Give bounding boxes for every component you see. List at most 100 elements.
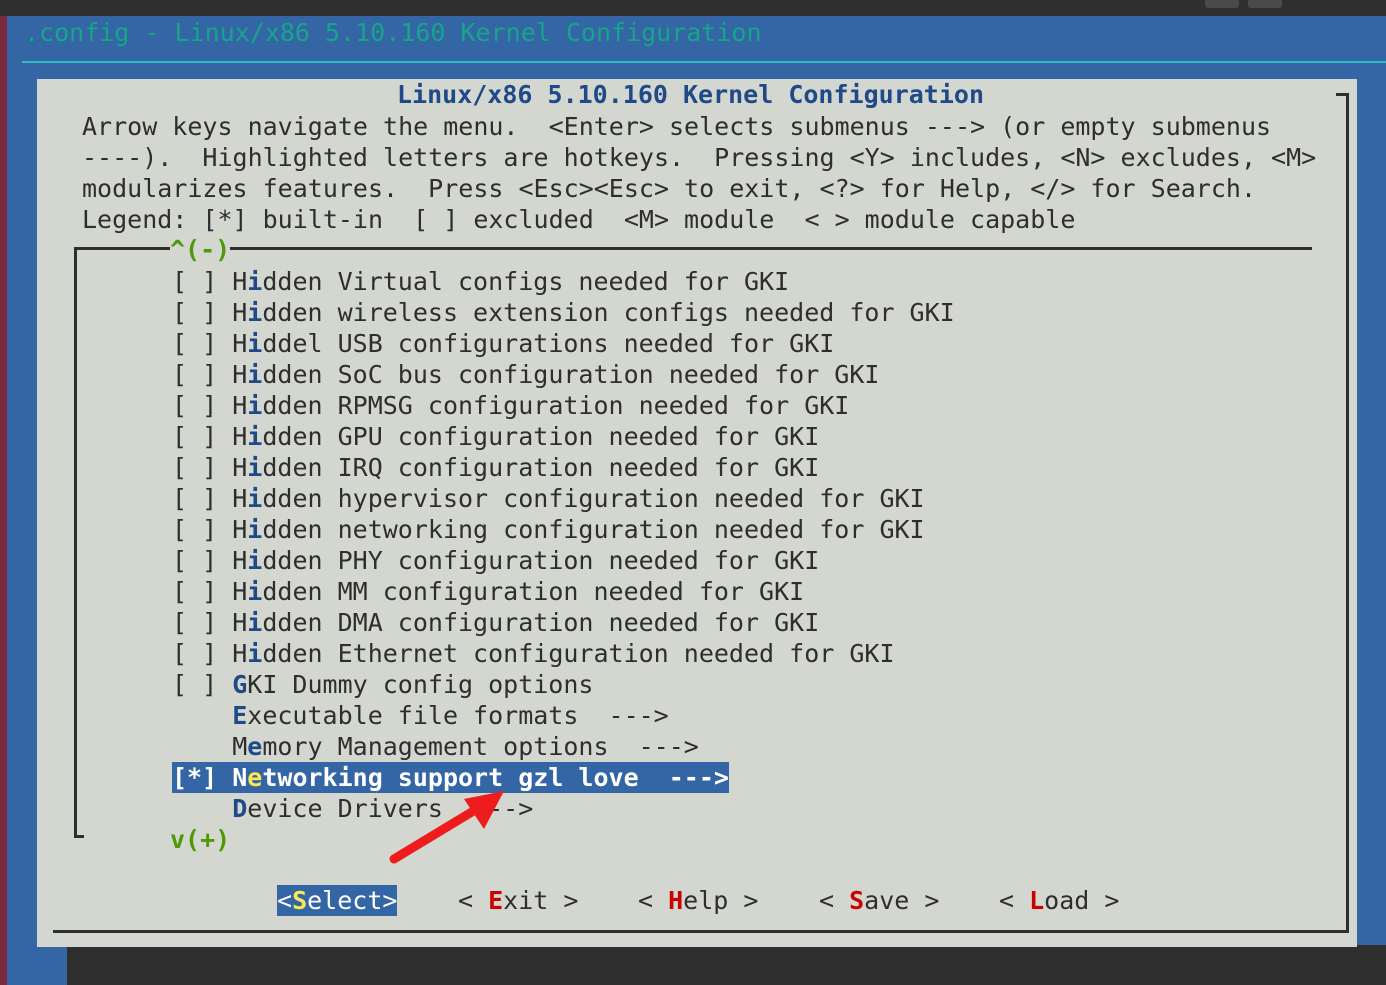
- menu-item-label: dden DMA configuration needed for GKI: [262, 608, 820, 637]
- menu-item-label: H: [232, 515, 248, 544]
- menu-item-state[interactable]: [*]: [172, 763, 232, 792]
- menu-item-label: ddel USB configurations needed for GKI: [262, 329, 835, 358]
- menu-item-label: mory Management options --->: [262, 732, 699, 761]
- menu-item-label: dden RPMSG configuration needed for GKI: [262, 391, 850, 420]
- menu-item-label: H: [232, 639, 248, 668]
- menu-item-state[interactable]: [ ]: [172, 422, 232, 451]
- button-bracket: <: [819, 886, 850, 915]
- menu-item[interactable]: [ ] Hidden wireless extension configs ne…: [172, 297, 955, 328]
- dialog-border: [1346, 868, 1349, 933]
- exit-button[interactable]: < Exit >: [458, 885, 578, 916]
- menu-item[interactable]: Executable file formats --->: [172, 700, 669, 731]
- button-hotkey: S: [292, 886, 308, 915]
- menu-item-state[interactable]: [ ]: [172, 453, 232, 482]
- window-title: .config - Linux/x86 5.10.160 Kernel Conf…: [24, 18, 762, 47]
- menu-item-hotkey: E: [232, 701, 248, 730]
- legend-line: Legend: [*] built-in [ ] excluded <M> mo…: [82, 205, 1076, 234]
- scroll-up-indicator[interactable]: ^(-): [170, 234, 231, 265]
- menu-item-label: dden MM configuration needed for GKI: [262, 577, 805, 606]
- menu-item-state[interactable]: [ ]: [172, 329, 232, 358]
- menu-item-hotkey: i: [247, 267, 263, 296]
- menu-item-label: H: [232, 546, 248, 575]
- save-button[interactable]: < Save >: [819, 885, 939, 916]
- scroll-down-indicator[interactable]: v(+): [170, 824, 231, 855]
- button-bracket: >: [1089, 886, 1120, 915]
- button-bracket: >: [728, 886, 759, 915]
- menu-item-label: H: [232, 391, 248, 420]
- menu-item-hotkey: G: [232, 670, 248, 699]
- menu-item-state[interactable]: [ ]: [172, 515, 232, 544]
- dialog-border: [1346, 93, 1349, 870]
- menu-item-state[interactable]: [ ]: [172, 608, 232, 637]
- menu-item[interactable]: [ ] GKI Dummy config options: [172, 669, 593, 700]
- menu-item-state[interactable]: [ ]: [172, 360, 232, 389]
- button-bracket: <: [458, 886, 489, 915]
- menu-item-hotkey: i: [247, 329, 263, 358]
- button-hotkey: H: [668, 886, 684, 915]
- menu-item-state[interactable]: [172, 732, 232, 761]
- button-bracket: <: [638, 886, 669, 915]
- window-control-button[interactable]: [1205, 0, 1239, 8]
- menu-item[interactable]: [ ] Hidden Virtual configs needed for GK…: [172, 266, 789, 297]
- menu-item-hotkey: e: [247, 732, 263, 761]
- menu-item-state[interactable]: [ ]: [172, 670, 232, 699]
- menu-item-label: dden Virtual configs needed for GKI: [262, 267, 790, 296]
- menu-item-hotkey: i: [247, 453, 263, 482]
- select-button[interactable]: <Select>: [277, 885, 398, 916]
- menu-item-label: H: [232, 360, 248, 389]
- menu-item[interactable]: [ ] Hidden RPMSG configuration needed fo…: [172, 390, 849, 421]
- menu-item[interactable]: [ ] Hidden hypervisor configuration need…: [172, 483, 925, 514]
- menu-item-label: H: [232, 608, 248, 637]
- menu-item[interactable]: [ ] Hidden SoC bus configuration needed …: [172, 359, 879, 390]
- menu-item[interactable]: [ ] Hidden DMA configuration needed for …: [172, 607, 819, 638]
- menu-item[interactable]: [ ] Hidden PHY configuration needed for …: [172, 545, 819, 576]
- button-bracket: >: [909, 886, 940, 915]
- menu-item-state[interactable]: [ ]: [172, 546, 232, 575]
- window-control-button[interactable]: [1248, 0, 1282, 8]
- button-bracket: <: [999, 886, 1030, 915]
- menu-item-hotkey: i: [247, 298, 263, 327]
- menu-item[interactable]: [ ] Hidden IRQ configuration needed for …: [172, 452, 819, 483]
- menu-item-label: H: [232, 453, 248, 482]
- dialog-title: Linux/x86 5.10.160 Kernel Configuration: [397, 80, 984, 109]
- button-bracket: >: [548, 886, 579, 915]
- button-label: elp: [683, 886, 729, 915]
- menu-item-state[interactable]: [ ]: [172, 391, 232, 420]
- annotation-arrow-icon: [389, 791, 504, 864]
- menu-item-label: M: [232, 732, 248, 761]
- dialog-border: [53, 930, 1349, 933]
- menu-item[interactable]: [ ] Hidden networking configuration need…: [172, 514, 925, 545]
- menu-item-state[interactable]: [172, 794, 232, 823]
- button-bracket: <: [277, 886, 293, 915]
- button-label: oad: [1044, 886, 1090, 915]
- menu-item[interactable]: [ ] Hidden GPU configuration needed for …: [172, 421, 819, 452]
- help-text-line: ----). Highlighted letters are hotkeys. …: [82, 143, 1317, 172]
- menu-item[interactable]: [ ] Hidden Ethernet configuration needed…: [172, 638, 895, 669]
- menu-item-hotkey: i: [247, 484, 263, 513]
- menu-item-label: xecutable file formats --->: [247, 701, 669, 730]
- help-button[interactable]: < Help >: [638, 885, 758, 916]
- menu-item-state[interactable]: [ ]: [172, 577, 232, 606]
- menu-item-hotkey: i: [247, 577, 263, 606]
- window-top-bar: [0, 0, 1386, 16]
- menu-item-state[interactable]: [ ]: [172, 267, 232, 296]
- menu-item[interactable]: [ ] Hiddel USB configurations needed for…: [172, 328, 834, 359]
- menu-item-state[interactable]: [ ]: [172, 298, 232, 327]
- menu-box-border: [74, 247, 77, 838]
- menu-item-label: N: [232, 763, 248, 792]
- menu-item[interactable]: Memory Management options --->: [172, 731, 699, 762]
- button-label: elect: [307, 886, 383, 915]
- button-hotkey: E: [488, 886, 504, 915]
- menu-item-state[interactable]: [172, 701, 232, 730]
- menu-item-state[interactable]: [ ]: [172, 639, 232, 668]
- menu-item[interactable]: [ ] Hidden MM configuration needed for G…: [172, 576, 804, 607]
- menu-item-label: dden PHY configuration needed for GKI: [262, 546, 820, 575]
- menu-box-border: [74, 835, 84, 838]
- load-button[interactable]: < Load >: [999, 885, 1119, 916]
- menu-item-label: dden Ethernet configuration needed for G…: [262, 639, 895, 668]
- menu-item-label: H: [232, 267, 248, 296]
- menu-item-hotkey: e: [247, 763, 263, 792]
- menu-item-state[interactable]: [ ]: [172, 484, 232, 513]
- menu-item-hotkey: i: [247, 515, 263, 544]
- button-label: ave: [864, 886, 910, 915]
